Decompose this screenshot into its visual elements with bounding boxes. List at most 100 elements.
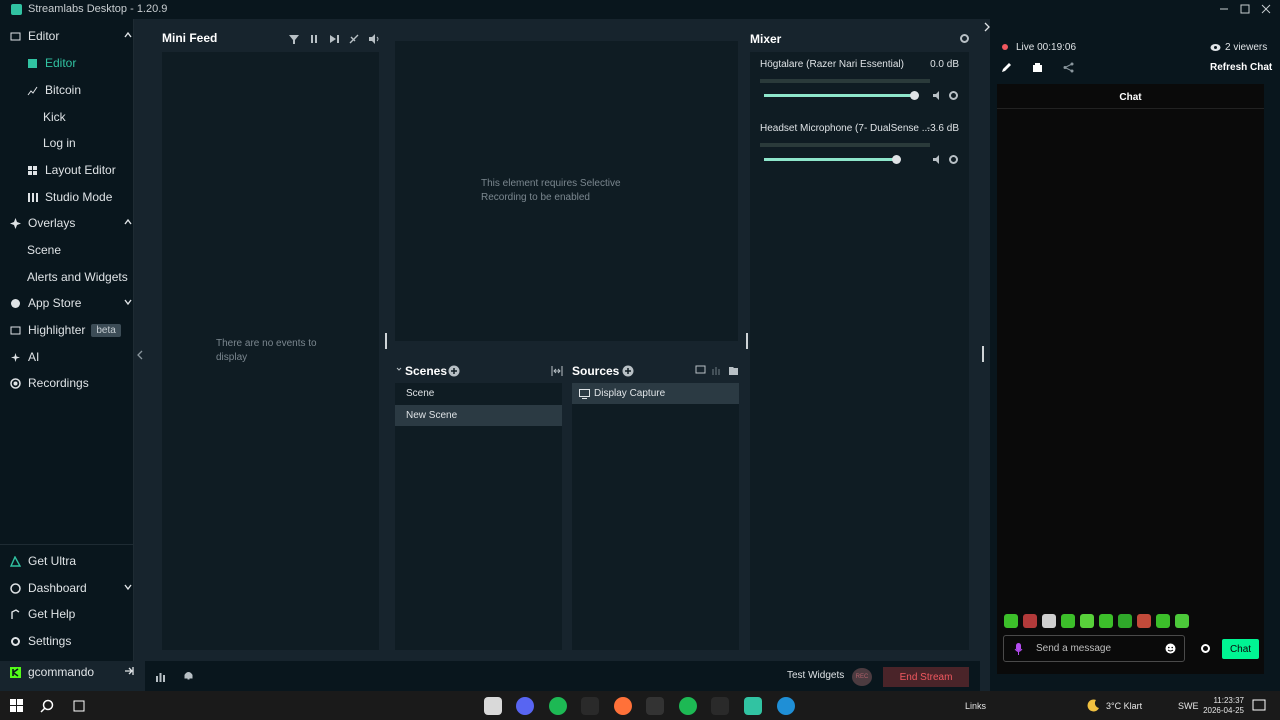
epic-games-icon[interactable] — [711, 697, 729, 715]
sidebar-item-highlighter[interactable]: Highlighter beta — [0, 319, 143, 341]
sidebar-item-get-ultra[interactable]: Get Ultra — [0, 550, 143, 572]
file-explorer-icon[interactable] — [484, 697, 502, 715]
add-source-icon[interactable] — [622, 365, 634, 377]
mute-alerts-icon[interactable] — [348, 33, 360, 45]
dock-resize-handle[interactable] — [982, 346, 984, 362]
weather-status[interactable]: 3°C Klart — [1106, 701, 1142, 711]
sidebar-item-login[interactable]: Log in — [0, 132, 176, 154]
skip-icon[interactable] — [328, 33, 340, 45]
emote-icon[interactable] — [1156, 614, 1170, 628]
edge-icon[interactable] — [777, 697, 795, 715]
refresh-chat-button[interactable]: Refresh Chat — [1210, 62, 1272, 73]
add-scene-icon[interactable] — [448, 365, 460, 377]
weather-moon-icon — [1087, 699, 1100, 712]
add-folder-icon[interactable] — [728, 365, 739, 376]
taskbar-links[interactable]: Links — [965, 701, 986, 711]
volume-icon[interactable] — [368, 33, 380, 45]
send-chat-button[interactable]: Chat — [1222, 639, 1259, 659]
emote-icon[interactable] — [1080, 614, 1094, 628]
pause-icon[interactable] — [308, 33, 320, 45]
performance-icon[interactable] — [155, 671, 166, 682]
sidebar-section-editor[interactable]: Editor — [0, 25, 143, 47]
sidebar-item-kick[interactable]: Kick — [0, 106, 176, 128]
live-timer: Live 00:19:06 — [1016, 42, 1077, 53]
volume-fader-knob[interactable] — [910, 91, 919, 100]
sidebar-item-label: Scene — [27, 243, 62, 257]
search-icon[interactable] — [40, 699, 54, 713]
mute-speaker-icon[interactable] — [932, 90, 943, 101]
scene-switch-icon[interactable] — [1032, 62, 1043, 73]
close-icon[interactable] — [1259, 2, 1273, 16]
maximize-icon[interactable] — [1238, 2, 1252, 16]
discord-icon[interactable] — [516, 697, 534, 715]
app-icon[interactable] — [646, 697, 664, 715]
source-display-icon[interactable] — [695, 365, 706, 376]
emote-icon[interactable] — [1004, 614, 1018, 628]
chat-settings-icon[interactable] — [1200, 643, 1211, 654]
emote-icon[interactable] — [1042, 614, 1056, 628]
source-hand-icon[interactable] — [711, 365, 722, 376]
emote-icon[interactable] — [1099, 614, 1113, 628]
scene-transitions-icon[interactable] — [551, 365, 563, 377]
sidebar-item-label: Settings — [28, 634, 72, 648]
epic-games-icon[interactable] — [581, 697, 599, 715]
record-button[interactable]: REC — [852, 668, 872, 686]
sidebar-section-app-store[interactable]: App Store — [0, 292, 143, 314]
windows-start-icon[interactable] — [10, 699, 24, 713]
emote-icon[interactable] — [1061, 614, 1075, 628]
source-item[interactable]: Display Capture — [572, 383, 739, 404]
chevron-right-icon[interactable] — [983, 22, 991, 32]
spotify-icon[interactable] — [549, 697, 567, 715]
mixer-settings-icon[interactable] — [959, 33, 970, 44]
sidebar-item-recordings[interactable]: Recordings — [0, 372, 143, 394]
firefox-icon[interactable] — [614, 697, 632, 715]
sidebar-item-label: AI — [28, 350, 40, 364]
emote-icon[interactable] — [1023, 614, 1037, 628]
scenes-collapse-icon[interactable] — [396, 366, 402, 372]
scene-item[interactable]: Scene — [395, 383, 562, 404]
channel-settings-icon[interactable] — [948, 90, 959, 101]
sidebar-item-ai[interactable]: AI — [0, 346, 143, 368]
filter-icon[interactable] — [288, 33, 300, 45]
input-language[interactable]: SWE — [1178, 701, 1199, 711]
spotify-icon[interactable] — [679, 697, 697, 715]
scene-item-selected[interactable]: New Scene — [395, 405, 562, 426]
source-item-label: Display Capture — [594, 388, 666, 399]
emote-icon[interactable] — [1137, 614, 1151, 628]
channel-settings-icon[interactable] — [948, 154, 959, 165]
task-view-icon[interactable] — [72, 699, 86, 713]
streamlabs-icon[interactable] — [744, 697, 762, 715]
sidebar-item-bitcoin[interactable]: Bitcoin — [0, 79, 160, 101]
sidebar-item-settings[interactable]: Settings — [0, 630, 143, 652]
emoji-icon[interactable] — [1165, 643, 1176, 654]
logout-icon[interactable] — [124, 666, 134, 675]
mute-microphone-icon[interactable] — [932, 154, 943, 165]
test-widgets-button[interactable]: Test Widgets — [787, 670, 844, 681]
notifications-bell-icon[interactable] — [183, 670, 194, 681]
collapse-sidebar-icon[interactable] — [136, 350, 144, 360]
notifications-icon[interactable] — [1252, 699, 1266, 713]
microphone-icon[interactable] — [1014, 643, 1023, 655]
volume-fader[interactable] — [764, 158, 896, 161]
clock[interactable]: 11:23:37 2026-04-25 — [1200, 696, 1244, 716]
sidebar-item-get-help[interactable]: Get Help — [0, 603, 143, 625]
end-stream-button[interactable]: End Stream — [883, 667, 969, 687]
volume-fader-knob[interactable] — [892, 155, 901, 164]
volume-fader[interactable] — [764, 94, 914, 97]
emote-icon[interactable] — [1118, 614, 1132, 628]
sidebar-item-label: Overlays — [28, 216, 76, 230]
share-icon[interactable] — [1063, 62, 1074, 73]
sidebar-item-editor[interactable]: Editor — [0, 52, 160, 74]
emote-icon[interactable] — [1175, 614, 1189, 628]
user-account[interactable]: gcommando — [0, 661, 143, 683]
sidebar-item-scene[interactable]: Scene — [0, 239, 160, 261]
sidebar-item-dashboard[interactable]: Dashboard — [0, 577, 143, 599]
sidebar-item-studio-mode[interactable]: Studio Mode — [0, 186, 160, 208]
sidebar-item-alerts-widgets[interactable]: Alerts and Widgets — [0, 266, 160, 288]
minimize-icon[interactable] — [1217, 2, 1231, 16]
sidebar-section-overlays[interactable]: Overlays — [0, 212, 143, 234]
panel-resize-handle[interactable] — [746, 333, 748, 349]
panel-resize-handle[interactable] — [385, 333, 387, 349]
edit-stream-info-icon[interactable] — [1001, 62, 1012, 73]
sidebar-item-layout-editor[interactable]: Layout Editor — [0, 159, 160, 181]
